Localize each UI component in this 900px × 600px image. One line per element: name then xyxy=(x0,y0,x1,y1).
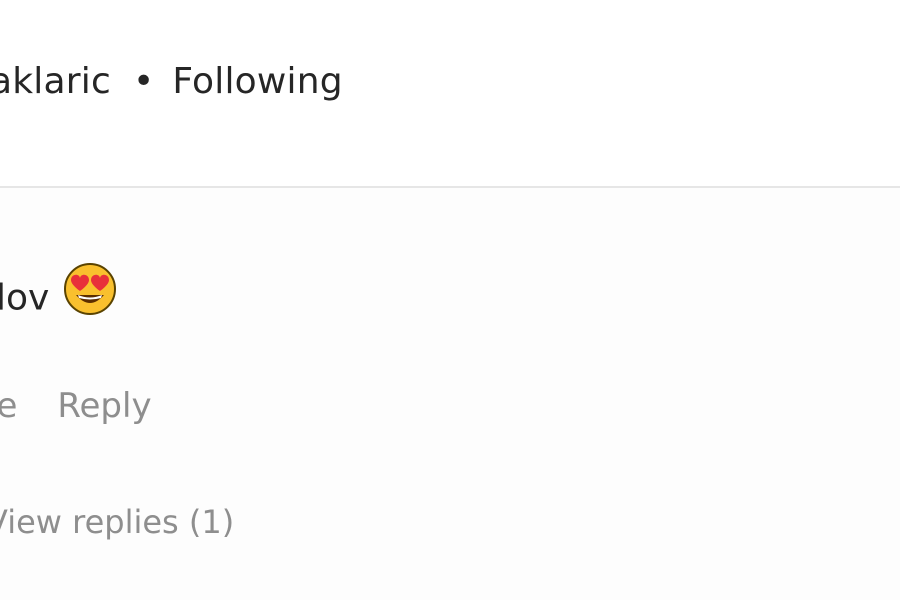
like-button[interactable]: ke xyxy=(0,382,17,430)
view-replies-link[interactable]: View replies (1) xyxy=(0,498,234,546)
comment-text: lov xyxy=(0,277,50,319)
comment-body: lov xyxy=(0,263,117,331)
comment-panel: aklaric • Following lov ke Reply View repli… xyxy=(0,0,900,600)
author-username[interactable]: aklaric xyxy=(0,61,111,102)
separator-dot: • xyxy=(132,61,155,102)
reply-button[interactable]: Reply xyxy=(57,382,151,430)
heart-eyes-emoji-icon xyxy=(63,262,117,331)
comment-item: lov ke Reply View replies (1) xyxy=(0,188,900,600)
following-button[interactable]: Following xyxy=(172,61,342,102)
comment-actions: ke Reply xyxy=(0,382,152,430)
author-line: aklaric • Following xyxy=(0,56,343,108)
post-header: aklaric • Following xyxy=(0,0,900,186)
